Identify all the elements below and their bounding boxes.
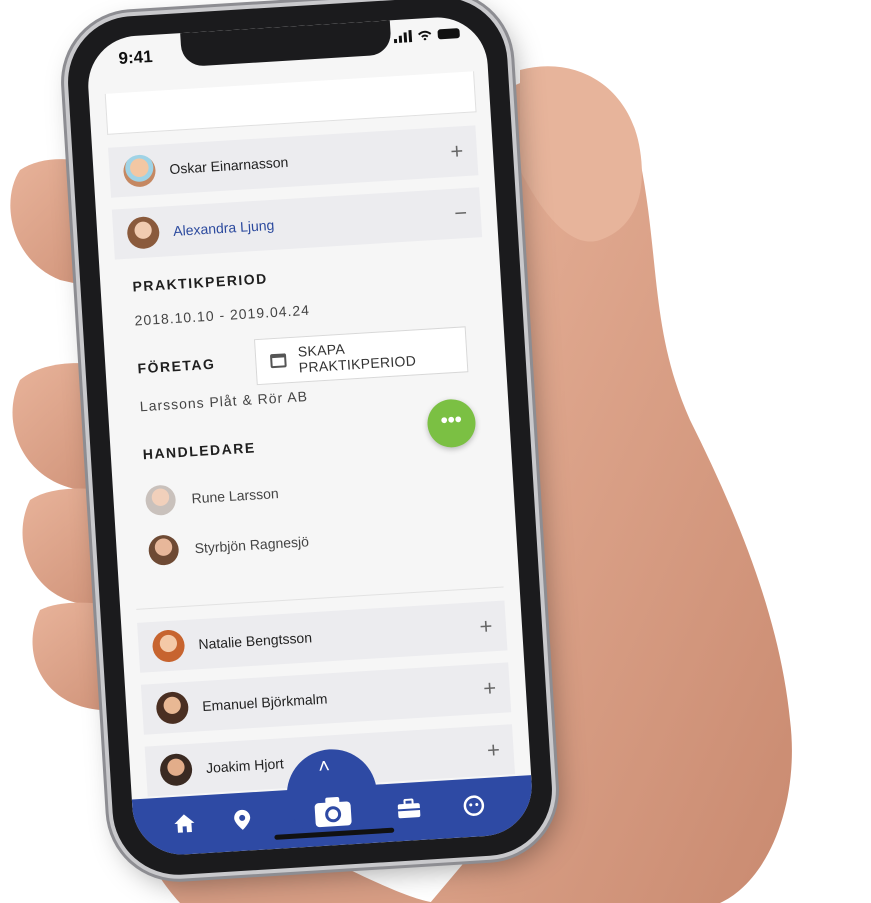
avatar — [147, 534, 180, 567]
avatar — [155, 690, 190, 725]
student-row-oskar[interactable]: Oskar Einarnasson + — [108, 125, 479, 198]
signal-icon — [393, 30, 413, 44]
company-label: FÖRETAG — [137, 355, 216, 377]
status-time: 9:41 — [118, 46, 154, 68]
student-name: Oskar Einarnasson — [168, 153, 289, 178]
expand-plus-icon[interactable]: + — [473, 736, 515, 764]
company-value: Larssons Plåt & Rör AB — [139, 388, 309, 415]
period-section: PRAKTIKPERIOD — [132, 270, 268, 294]
avatar — [122, 153, 157, 188]
home-icon[interactable] — [173, 812, 196, 835]
student-row-natalie[interactable]: Natalie Bengtsson + — [137, 600, 508, 673]
phone-screen: 9:41 Oskar Einarnasson + Alexandra Ljung… — [85, 14, 535, 858]
period-value: 2018.10.10 - 2019.04.24 — [134, 301, 311, 329]
company-value-wrap: Larssons Plåt & Rör AB — [139, 388, 308, 414]
phone-device: 9:41 Oskar Einarnasson + Alexandra Ljung… — [64, 0, 556, 879]
face-icon[interactable] — [462, 794, 485, 817]
supervisors-label: HANDLEDARE — [142, 439, 257, 463]
expand-plus-icon[interactable]: + — [465, 612, 507, 640]
location-pin-icon[interactable] — [233, 808, 252, 831]
supervisors-section: HANDLEDARE — [142, 439, 256, 462]
student-name: Natalie Bengtsson — [198, 629, 313, 653]
calendar-icon — [269, 353, 287, 369]
period-value-wrap: 2018.10.10 - 2019.04.24 — [134, 302, 310, 329]
status-icons — [393, 27, 460, 44]
avatar — [151, 629, 186, 663]
create-period-button[interactable]: SKAPA PRAKTIKPERIOD — [253, 326, 469, 386]
briefcase-icon[interactable] — [396, 798, 421, 819]
collapse-minus-icon[interactable]: − — [440, 199, 482, 227]
avatar — [159, 752, 194, 787]
student-row-alexandra[interactable]: Alexandra Ljung − — [111, 187, 483, 260]
supervisor-item[interactable]: Styrbjön Ragnesjö — [147, 526, 310, 567]
create-period-label: SKAPA PRAKTIKPERIOD — [297, 340, 417, 376]
period-label: PRAKTIKPERIOD — [132, 270, 269, 295]
expand-plus-icon[interactable]: + — [436, 137, 478, 165]
previous-card-edge — [104, 71, 477, 135]
wifi-icon — [418, 30, 432, 41]
camera-icon[interactable] — [312, 794, 354, 828]
supervisor-item[interactable]: Rune Larsson — [144, 478, 280, 517]
student-row-emanuel[interactable]: Emanuel Björkmalm + — [140, 662, 512, 735]
photo-scene: 9:41 Oskar Einarnasson + Alexandra Ljung… — [0, 0, 871, 903]
supervisor-name: Styrbjön Ragnesjö — [194, 533, 310, 557]
company-section: FÖRETAG — [137, 356, 216, 377]
avatar — [126, 215, 161, 250]
battery-icon — [437, 28, 460, 40]
student-name: Emanuel Björkmalm — [201, 690, 328, 715]
student-name: Alexandra Ljung — [172, 216, 275, 239]
expand-plus-icon[interactable]: + — [469, 674, 511, 702]
chevron-up-icon[interactable]: ˄ — [318, 755, 331, 779]
avatar — [144, 484, 177, 517]
more-actions-button[interactable]: ••• — [426, 397, 477, 449]
supervisor-name: Rune Larsson — [191, 485, 280, 507]
